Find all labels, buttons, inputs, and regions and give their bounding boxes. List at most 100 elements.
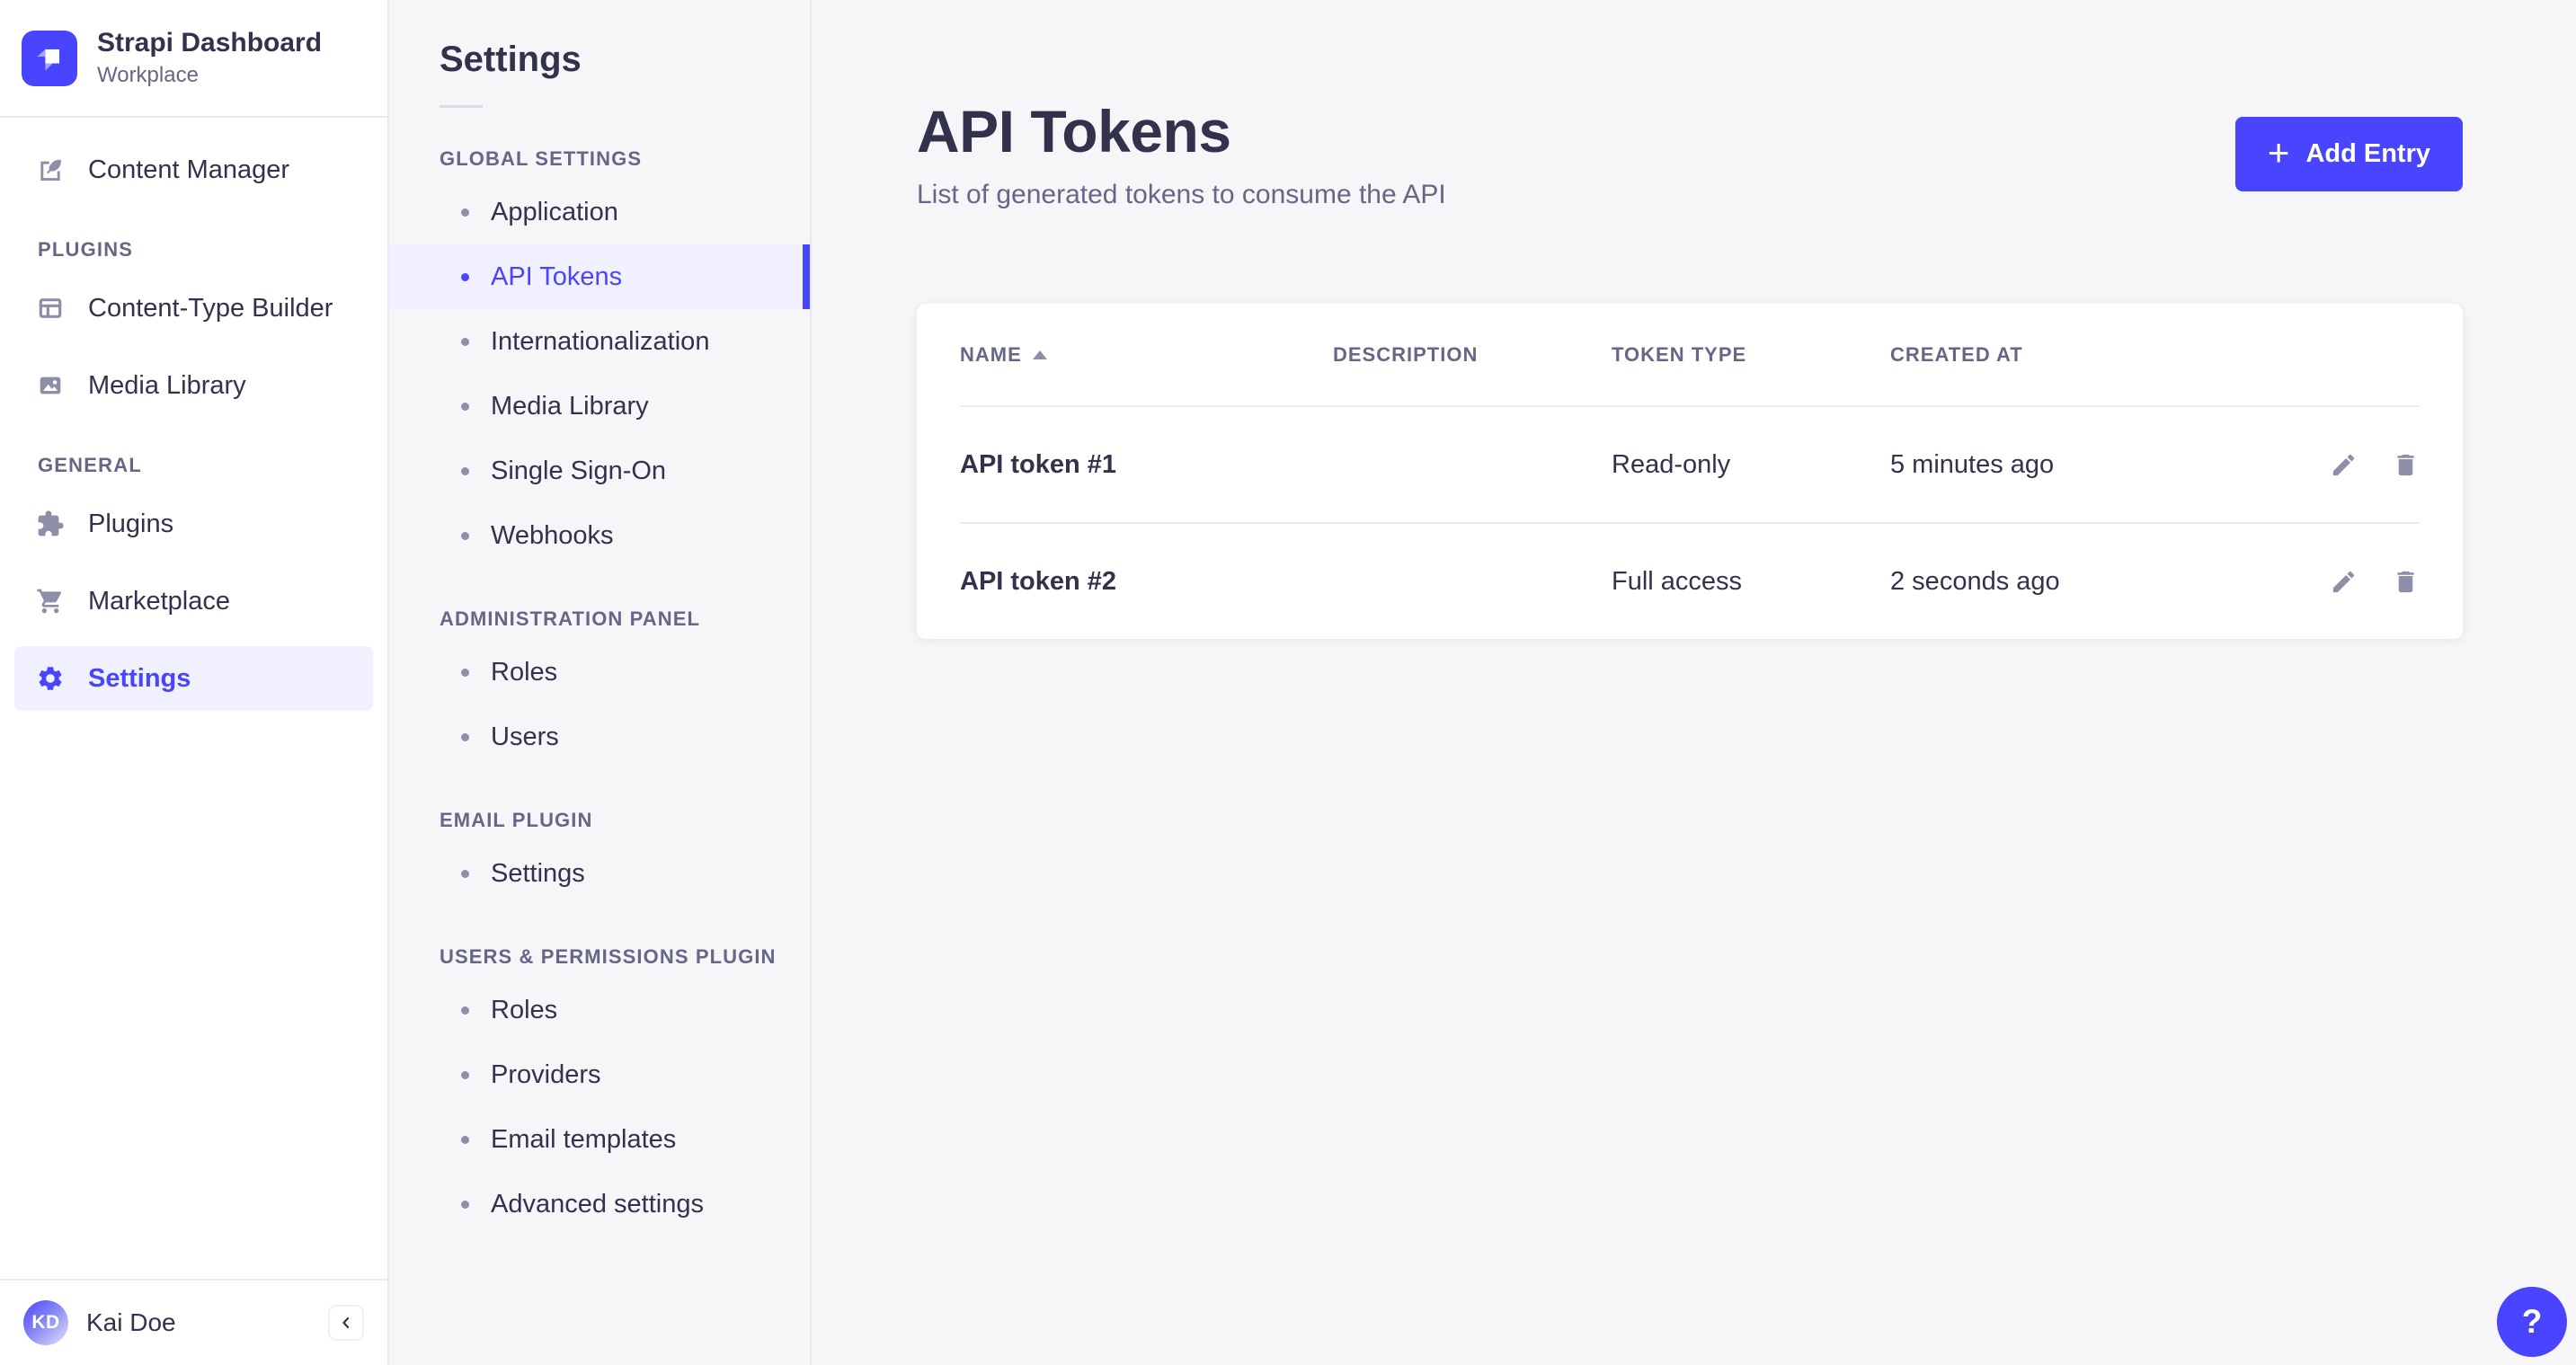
table-row[interactable]: API token #1 Read-only 5 minutes ago [960, 405, 2420, 522]
sidebar-section-plugins: PLUGINS [14, 238, 373, 261]
api-tokens-table: NAME DESCRIPTION TOKEN TYPE CREATED AT A… [917, 304, 2463, 639]
bullet-icon [461, 208, 469, 217]
user-avatar[interactable]: KD [23, 1300, 68, 1345]
column-header-created-at: CREATED AT [1890, 343, 2303, 367]
column-header-label: NAME [960, 343, 1022, 367]
trash-icon [2392, 568, 2420, 596]
sidebar-item-label: Content-Type Builder [88, 294, 333, 324]
user-name[interactable]: Kai Doe [86, 1308, 176, 1337]
sidebar-item-media-library[interactable]: Media Library [14, 353, 373, 418]
bullet-icon [461, 532, 469, 540]
workspace-switcher[interactable]: Strapi Dashboard Workplace [0, 0, 387, 118]
sidebar-item-label: Content Manager [88, 155, 289, 185]
image-icon [36, 371, 65, 400]
cell-token-type: Full access [1612, 567, 1890, 597]
subnav-item-webhooks[interactable]: Webhooks [389, 503, 810, 568]
bullet-icon [461, 1201, 469, 1209]
cell-actions [2303, 451, 2420, 479]
sidebar-item-content-type-builder[interactable]: Content-Type Builder [14, 276, 373, 341]
subnav-item-label: Users [491, 722, 559, 752]
feather-pen-icon [36, 155, 65, 184]
column-header-name[interactable]: NAME [960, 343, 1333, 367]
cell-name: API token #2 [960, 567, 1333, 597]
sidebar-item-content-manager[interactable]: Content Manager [14, 137, 373, 202]
sidebar-item-settings[interactable]: Settings [14, 646, 373, 711]
cell-token-type: Read-only [1612, 450, 1890, 480]
page-subtitle: List of generated tokens to consume the … [917, 180, 1446, 210]
page-header: API Tokens List of generated tokens to c… [917, 97, 2463, 210]
subnav-item-roles[interactable]: Roles [389, 640, 810, 705]
sidebar-item-label: Plugins [88, 510, 173, 539]
sidebar-item-plugins[interactable]: Plugins [14, 492, 373, 556]
column-header-token-type: TOKEN TYPE [1612, 343, 1890, 367]
edit-button[interactable] [2330, 568, 2358, 596]
subnav-item-media-library[interactable]: Media Library [389, 374, 810, 439]
cell-actions [2303, 568, 2420, 596]
subnav-item-providers[interactable]: Providers [389, 1042, 810, 1107]
page-title: API Tokens [917, 97, 1446, 165]
subnav-item-label: Single Sign-On [491, 456, 666, 486]
subnav-item-label: Roles [491, 658, 557, 687]
cell-created-at: 5 minutes ago [1890, 450, 2303, 480]
plus-icon: + [2268, 134, 2290, 172]
subnav-item-up-roles[interactable]: Roles [389, 978, 810, 1042]
subnav-item-label: Media Library [491, 392, 649, 421]
delete-button[interactable] [2392, 568, 2420, 596]
bullet-icon [461, 403, 469, 411]
bullet-icon [461, 273, 469, 281]
brand-text: Strapi Dashboard Workplace [97, 28, 322, 88]
brand-title: Strapi Dashboard [97, 28, 322, 59]
column-header-description: DESCRIPTION [1333, 343, 1612, 367]
subnav-item-label: Advanced settings [491, 1190, 704, 1219]
settings-subnav: Settings GLOBAL SETTINGS Application API… [389, 0, 812, 1365]
subnav-item-label: Settings [491, 859, 585, 889]
layout-grid-icon [36, 294, 65, 323]
main-sidebar: Strapi Dashboard Workplace Content Manag… [0, 0, 389, 1365]
subnav-item-api-tokens[interactable]: API Tokens [389, 244, 810, 309]
subnav-section-email-plugin: EMAIL PLUGIN [389, 809, 810, 832]
strapi-dashboard: Strapi Dashboard Workplace Content Manag… [0, 0, 2576, 1365]
cell-created-at: 2 seconds ago [1890, 567, 2303, 597]
trash-icon [2392, 451, 2420, 479]
subnav-item-advanced-settings[interactable]: Advanced settings [389, 1172, 810, 1236]
delete-button[interactable] [2392, 451, 2420, 479]
subnav-title: Settings [389, 40, 810, 80]
sidebar-item-marketplace[interactable]: Marketplace [14, 569, 373, 634]
shopping-cart-icon [36, 587, 65, 616]
subnav-item-application[interactable]: Application [389, 180, 810, 244]
subnav-section-administration-panel: ADMINISTRATION PANEL [389, 607, 810, 631]
help-button[interactable]: ? [2497, 1287, 2567, 1357]
collapse-sidebar-button[interactable] [328, 1305, 364, 1341]
pencil-icon [2330, 568, 2358, 596]
sidebar-nav: Content Manager PLUGINS Content-Type Bui… [0, 118, 387, 1279]
subnav-item-email-settings[interactable]: Settings [389, 841, 810, 906]
page-header-text: API Tokens List of generated tokens to c… [917, 97, 1446, 210]
column-header-label: CREATED AT [1890, 343, 2023, 367]
subnav-item-single-sign-on[interactable]: Single Sign-On [389, 439, 810, 503]
bullet-icon [461, 669, 469, 677]
add-entry-label: Add Entry [2305, 139, 2430, 169]
subnav-item-label: Providers [491, 1060, 601, 1090]
column-header-label: TOKEN TYPE [1612, 343, 1746, 367]
subnav-section-users-permissions-plugin: USERS & PERMISSIONS PLUGIN [389, 945, 810, 969]
subnav-item-users[interactable]: Users [389, 705, 810, 769]
bullet-icon [461, 1136, 469, 1144]
subnav-item-internationalization[interactable]: Internationalization [389, 309, 810, 374]
table-row[interactable]: API token #2 Full access 2 seconds ago [960, 522, 2420, 639]
cell-name: API token #1 [960, 450, 1333, 480]
brand-workspace: Workplace [97, 63, 322, 88]
subnav-item-email-templates[interactable]: Email templates [389, 1107, 810, 1172]
edit-button[interactable] [2330, 451, 2358, 479]
active-indicator [803, 244, 810, 309]
bullet-icon [461, 733, 469, 741]
bullet-icon [461, 870, 469, 878]
chevron-left-icon [337, 1314, 355, 1332]
subnav-section-global-settings: GLOBAL SETTINGS [389, 147, 810, 171]
subnav-item-label: API Tokens [491, 262, 622, 292]
add-entry-button[interactable]: + Add Entry [2235, 117, 2463, 191]
sidebar-item-label: Marketplace [88, 587, 230, 616]
column-header-label: DESCRIPTION [1333, 343, 1478, 367]
sidebar-footer: KD Kai Doe [0, 1279, 387, 1365]
bullet-icon [461, 338, 469, 346]
gear-icon [36, 664, 65, 693]
